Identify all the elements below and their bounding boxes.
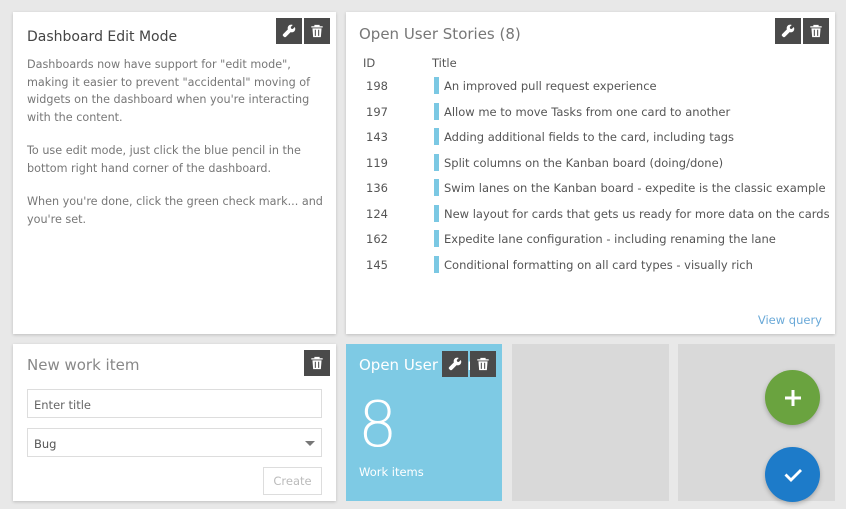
table-row[interactable]: 124 New layout for cards that gets us re…: [346, 204, 830, 223]
delete-button[interactable]: [470, 351, 496, 377]
trash-icon: [311, 24, 323, 38]
table-row[interactable]: 197 Allow me to move Tasks from one card…: [346, 102, 816, 121]
widget-title: Dashboard Edit Mode: [27, 29, 178, 45]
story-title[interactable]: New layout for cards that gets us ready …: [444, 207, 830, 221]
table-row[interactable]: 162 Expedite lane configuration - includ…: [346, 230, 816, 248]
card-color-bar: [434, 153, 439, 171]
done-editing-button[interactable]: [765, 447, 820, 502]
delete-button[interactable]: [304, 350, 330, 376]
empty-widget-slot: [512, 344, 669, 501]
card-color-bar: [434, 77, 439, 94]
plus-icon: [784, 389, 801, 406]
title-input[interactable]: Enter title: [27, 389, 322, 418]
story-title[interactable]: Adding additional fields to the card, in…: [444, 130, 734, 144]
trash-icon: [311, 356, 323, 370]
table-row[interactable]: 119 Split columns on the Kanban board (d…: [346, 153, 816, 172]
count-value: 8: [358, 388, 398, 461]
configure-button[interactable]: [276, 18, 302, 44]
configure-button[interactable]: [775, 18, 801, 44]
configure-button[interactable]: [442, 351, 468, 377]
widget-title: New work item: [27, 356, 140, 374]
chevron-down-icon: [305, 441, 315, 446]
story-id: 136: [366, 181, 388, 195]
trash-icon: [810, 24, 822, 38]
story-title[interactable]: Allow me to move Tasks from one card to …: [444, 105, 730, 119]
story-id: 145: [366, 257, 388, 272]
delete-button[interactable]: [803, 18, 829, 44]
count-label: Work items: [359, 465, 424, 479]
wrench-icon: [781, 24, 795, 38]
table-row[interactable]: 136 Swim lanes on the Kanban board - exp…: [346, 179, 826, 197]
user-stories-count-tile[interactable]: Open User Stories 8 Work items: [346, 344, 502, 501]
story-title[interactable]: Split columns on the Kanban board (doing…: [444, 156, 723, 170]
table-row[interactable]: 145 Conditional formatting on all card t…: [346, 255, 816, 274]
selected-type: Bug: [34, 437, 57, 451]
card-color-bar: [434, 179, 439, 196]
story-title[interactable]: Expedite lane configuration - including …: [444, 232, 776, 246]
view-query-link[interactable]: View query: [758, 313, 822, 327]
widget-title: Open User Stories (8): [359, 25, 521, 43]
story-id: 143: [366, 130, 388, 144]
column-header-title: Title: [432, 56, 457, 70]
card-color-bar: [434, 230, 439, 247]
work-item-type-select[interactable]: Bug: [27, 428, 322, 457]
card-color-bar: [434, 102, 439, 120]
story-id: 198: [366, 79, 388, 93]
story-id: 197: [366, 104, 388, 119]
paragraph: To use edit mode, just click the blue pe…: [27, 144, 301, 175]
table-row[interactable]: 143 Adding additional fields to the card…: [346, 128, 816, 146]
wrench-icon: [282, 24, 296, 38]
paragraph: When you're done, click the green check …: [27, 195, 323, 226]
story-title[interactable]: Conditional formatting on all card types…: [444, 258, 753, 272]
checkmark-icon: [784, 468, 802, 482]
wrench-icon: [448, 357, 462, 371]
add-widget-button[interactable]: [765, 370, 820, 425]
user-stories-widget: Open User Stories (8) ID Title 198 An im…: [346, 12, 835, 334]
card-color-bar: [434, 204, 439, 222]
story-title[interactable]: Swim lanes on the Kanban board - expedit…: [444, 181, 826, 195]
card-color-bar: [434, 128, 439, 145]
story-title[interactable]: An improved pull request experience: [444, 79, 657, 93]
edit-mode-description: Dashboards now have support for "edit mo…: [27, 56, 327, 244]
delete-button[interactable]: [304, 18, 330, 44]
card-color-bar: [434, 255, 439, 273]
trash-icon: [477, 357, 489, 371]
story-id: 119: [366, 155, 388, 170]
story-id: 162: [366, 232, 388, 246]
create-button[interactable]: Create: [263, 467, 322, 495]
edit-mode-widget: Dashboard Edit Mode Dashboards now have …: [13, 12, 336, 334]
column-header-id: ID: [363, 56, 376, 70]
table-row[interactable]: 198 An improved pull request experience: [346, 77, 816, 95]
story-id: 124: [366, 206, 388, 221]
new-work-item-widget: New work item Enter title Bug Create: [13, 344, 336, 501]
paragraph: Dashboards now have support for "edit mo…: [27, 58, 311, 124]
